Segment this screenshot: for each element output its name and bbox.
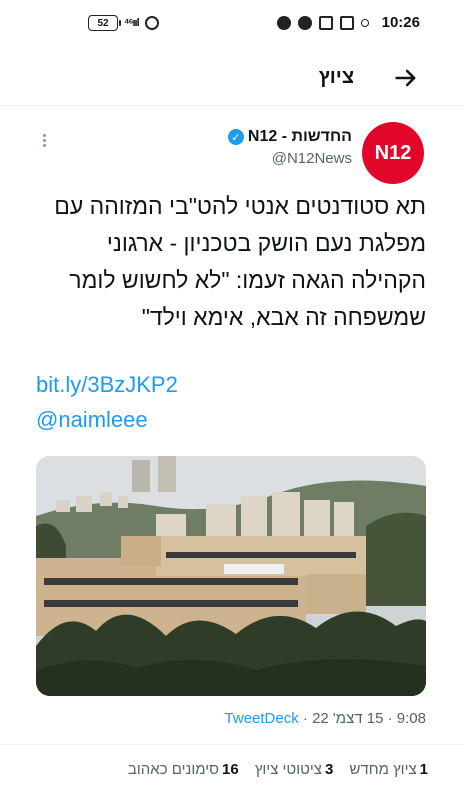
mail-icon [339,15,354,30]
likes-count: 16 [221,761,239,778]
verified-badge-icon: ✓ [227,129,244,145]
alarm-icon [144,16,159,30]
tweet-source[interactable]: TweetDeck [225,710,299,727]
arrow-right-icon[interactable] [392,64,420,92]
avatar[interactable]: N12 [362,122,424,184]
app-notification-icon [297,15,312,30]
top-app-bar: ציוץ [0,50,464,106]
retweets-count: 1 [419,761,428,778]
tweet-meta: 9:08 · 15 דצמ' 22 · TweetDeck [225,710,426,727]
signal-icon: ⁴⁶ııl [124,17,140,29]
likes-stat[interactable]: 16סימונים כאהוב [128,761,239,778]
quotes-label: ציטוטי ציוץ [254,761,322,778]
retweets-label: ציוץ מחדש [349,761,417,778]
clock: 10:26 [381,14,420,31]
tweet-stats: 1ציוץ מחדש 3ציטוטי ציוץ 16סימונים כאהוב [0,744,464,778]
whatsapp-icon [360,18,369,27]
status-bar: 52 ⁴⁶ııl 10:26 [0,0,464,50]
status-left: 52 ⁴⁶ııl [88,15,159,31]
calendar-icon [318,15,333,30]
page-title: ציוץ [318,66,354,88]
battery-level: 52 [97,17,109,29]
more-options-icon[interactable] [40,132,48,152]
tweet-link[interactable]: bit.ly/3BzJKP2 [36,372,178,398]
meta-sep-2: · [302,710,308,727]
author-block: החדשות - N12 ✓ @N12News [227,128,352,167]
quotes-stat[interactable]: 3ציטוטי ציוץ [255,761,334,778]
tweet-text: תא סטודנטים אנטי להט"בי המזוהה עם מפלגת … [54,193,426,330]
tweet-time: 9:08 [396,710,426,727]
avatar-text: N12 [374,141,412,164]
campus-photo [36,456,426,696]
tweet-date: 15 דצמ' 22 [312,710,384,727]
author-name[interactable]: החדשות - N12 [248,128,352,146]
notification-icon [276,15,291,30]
name-row: החדשות - N12 ✓ [227,128,352,146]
likes-label: סימונים כאהוב [127,761,219,778]
battery-icon: 52 [88,15,121,31]
quotes-count: 3 [325,761,334,778]
author-handle[interactable]: @N12News [228,150,352,167]
status-right: 10:26 [276,14,420,31]
meta-sep-1: · [387,710,393,727]
retweets-stat[interactable]: 1ציוץ מחדש [350,761,428,778]
mention-link[interactable]: @naimleee [36,407,148,433]
tweet-image[interactable] [36,456,426,696]
